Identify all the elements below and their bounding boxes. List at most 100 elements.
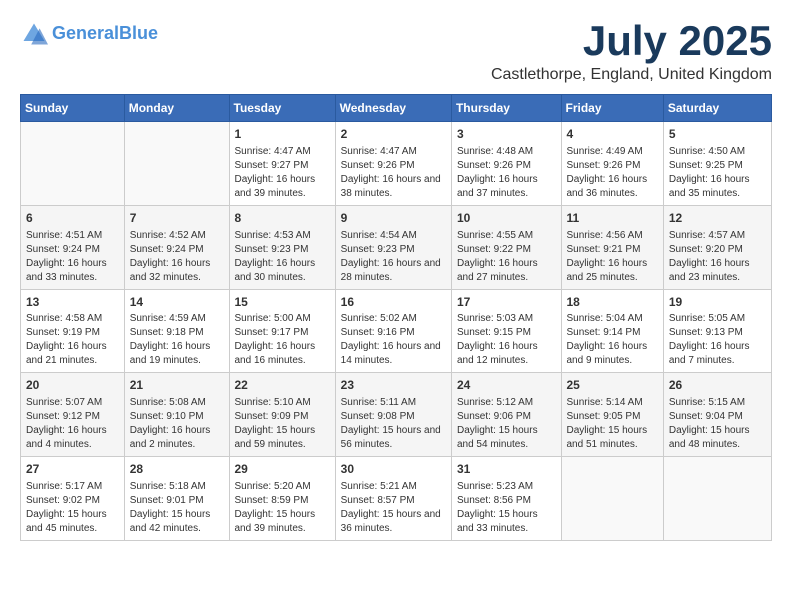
logo-line2: Blue — [119, 23, 158, 43]
daylight-text: Daylight: 16 hours and 30 minutes. — [235, 258, 316, 283]
sunset-text: Sunset: 8:56 PM — [457, 495, 531, 506]
logo-text: GeneralBlue — [52, 24, 158, 44]
daylight-text: Daylight: 16 hours and 19 minutes. — [130, 341, 211, 366]
calendar-week-row: 20Sunrise: 5:07 AMSunset: 9:12 PMDayligh… — [21, 373, 772, 457]
sunrise-text: Sunrise: 4:52 AM — [130, 230, 206, 241]
sunrise-text: Sunrise: 5:18 AM — [130, 481, 206, 492]
sunset-text: Sunset: 9:20 PM — [669, 244, 743, 255]
day-header-friday: Friday — [561, 95, 663, 122]
daylight-text: Daylight: 16 hours and 4 minutes. — [26, 425, 107, 450]
daylight-text: Daylight: 15 hours and 39 minutes. — [235, 509, 316, 534]
calendar-cell: 13Sunrise: 4:58 AMSunset: 9:19 PMDayligh… — [21, 289, 125, 373]
calendar-cell: 2Sunrise: 4:47 AMSunset: 9:26 PMDaylight… — [335, 122, 451, 206]
calendar-cell: 6Sunrise: 4:51 AMSunset: 9:24 PMDaylight… — [21, 205, 125, 289]
sunrise-text: Sunrise: 5:15 AM — [669, 397, 745, 408]
daylight-text: Daylight: 16 hours and 35 minutes. — [669, 174, 750, 199]
daylight-text: Daylight: 16 hours and 33 minutes. — [26, 258, 107, 283]
sunset-text: Sunset: 9:09 PM — [235, 411, 309, 422]
calendar-cell: 14Sunrise: 4:59 AMSunset: 9:18 PMDayligh… — [124, 289, 229, 373]
day-number: 9 — [341, 210, 446, 227]
day-number: 8 — [235, 210, 330, 227]
day-number: 5 — [669, 126, 766, 143]
calendar-cell: 8Sunrise: 4:53 AMSunset: 9:23 PMDaylight… — [229, 205, 335, 289]
calendar-cell: 22Sunrise: 5:10 AMSunset: 9:09 PMDayligh… — [229, 373, 335, 457]
sunrise-text: Sunrise: 5:12 AM — [457, 397, 533, 408]
calendar-cell: 1Sunrise: 4:47 AMSunset: 9:27 PMDaylight… — [229, 122, 335, 206]
sunset-text: Sunset: 9:15 PM — [457, 327, 531, 338]
day-number: 29 — [235, 461, 330, 478]
sunset-text: Sunset: 8:57 PM — [341, 495, 415, 506]
sunset-text: Sunset: 9:27 PM — [235, 160, 309, 171]
sunrise-text: Sunrise: 5:04 AM — [567, 313, 643, 324]
calendar-week-row: 27Sunrise: 5:17 AMSunset: 9:02 PMDayligh… — [21, 457, 772, 541]
day-header-monday: Monday — [124, 95, 229, 122]
sunset-text: Sunset: 9:16 PM — [341, 327, 415, 338]
day-number: 15 — [235, 294, 330, 311]
day-number: 28 — [130, 461, 224, 478]
calendar-cell: 20Sunrise: 5:07 AMSunset: 9:12 PMDayligh… — [21, 373, 125, 457]
daylight-text: Daylight: 15 hours and 59 minutes. — [235, 425, 316, 450]
sunset-text: Sunset: 9:26 PM — [567, 160, 641, 171]
sunrise-text: Sunrise: 5:03 AM — [457, 313, 533, 324]
daylight-text: Daylight: 16 hours and 27 minutes. — [457, 258, 538, 283]
calendar-cell: 24Sunrise: 5:12 AMSunset: 9:06 PMDayligh… — [451, 373, 561, 457]
calendar-cell: 18Sunrise: 5:04 AMSunset: 9:14 PMDayligh… — [561, 289, 663, 373]
calendar-header-row: SundayMondayTuesdayWednesdayThursdayFrid… — [21, 95, 772, 122]
calendar-table: SundayMondayTuesdayWednesdayThursdayFrid… — [20, 94, 772, 541]
day-number: 14 — [130, 294, 224, 311]
day-number: 30 — [341, 461, 446, 478]
location-subtitle: Castlethorpe, England, United Kingdom — [491, 66, 772, 84]
sunset-text: Sunset: 9:01 PM — [130, 495, 204, 506]
sunset-text: Sunset: 9:26 PM — [457, 160, 531, 171]
daylight-text: Daylight: 15 hours and 33 minutes. — [457, 509, 538, 534]
sunset-text: Sunset: 9:08 PM — [341, 411, 415, 422]
sunrise-text: Sunrise: 5:11 AM — [341, 397, 416, 408]
sunset-text: Sunset: 9:04 PM — [669, 411, 743, 422]
sunset-text: Sunset: 9:21 PM — [567, 244, 641, 255]
daylight-text: Daylight: 16 hours and 38 minutes. — [341, 174, 441, 199]
calendar-week-row: 13Sunrise: 4:58 AMSunset: 9:19 PMDayligh… — [21, 289, 772, 373]
daylight-text: Daylight: 16 hours and 37 minutes. — [457, 174, 538, 199]
header: GeneralBlue July 2025 Castlethorpe, Engl… — [20, 20, 772, 84]
sunset-text: Sunset: 9:06 PM — [457, 411, 531, 422]
calendar-week-row: 1Sunrise: 4:47 AMSunset: 9:27 PMDaylight… — [21, 122, 772, 206]
day-number: 20 — [26, 377, 119, 394]
day-number: 2 — [341, 126, 446, 143]
day-number: 19 — [669, 294, 766, 311]
calendar-cell: 31Sunrise: 5:23 AMSunset: 8:56 PMDayligh… — [451, 457, 561, 541]
day-header-thursday: Thursday — [451, 95, 561, 122]
calendar-body: 1Sunrise: 4:47 AMSunset: 9:27 PMDaylight… — [21, 122, 772, 541]
sunset-text: Sunset: 9:05 PM — [567, 411, 641, 422]
sunset-text: Sunset: 9:12 PM — [26, 411, 100, 422]
calendar-cell: 29Sunrise: 5:20 AMSunset: 8:59 PMDayligh… — [229, 457, 335, 541]
sunset-text: Sunset: 9:19 PM — [26, 327, 100, 338]
day-header-wednesday: Wednesday — [335, 95, 451, 122]
daylight-text: Daylight: 15 hours and 51 minutes. — [567, 425, 648, 450]
sunrise-text: Sunrise: 5:21 AM — [341, 481, 417, 492]
calendar-cell: 9Sunrise: 4:54 AMSunset: 9:23 PMDaylight… — [335, 205, 451, 289]
calendar-cell: 25Sunrise: 5:14 AMSunset: 9:05 PMDayligh… — [561, 373, 663, 457]
calendar-cell: 16Sunrise: 5:02 AMSunset: 9:16 PMDayligh… — [335, 289, 451, 373]
day-number: 12 — [669, 210, 766, 227]
daylight-text: Daylight: 16 hours and 21 minutes. — [26, 341, 107, 366]
sunset-text: Sunset: 9:24 PM — [26, 244, 100, 255]
day-number: 17 — [457, 294, 556, 311]
logo: GeneralBlue — [20, 20, 158, 48]
day-number: 25 — [567, 377, 658, 394]
daylight-text: Daylight: 16 hours and 23 minutes. — [669, 258, 750, 283]
daylight-text: Daylight: 16 hours and 32 minutes. — [130, 258, 211, 283]
calendar-cell: 11Sunrise: 4:56 AMSunset: 9:21 PMDayligh… — [561, 205, 663, 289]
day-header-sunday: Sunday — [21, 95, 125, 122]
day-number: 26 — [669, 377, 766, 394]
daylight-text: Daylight: 15 hours and 54 minutes. — [457, 425, 538, 450]
daylight-text: Daylight: 16 hours and 36 minutes. — [567, 174, 648, 199]
sunset-text: Sunset: 9:14 PM — [567, 327, 641, 338]
day-number: 23 — [341, 377, 446, 394]
sunrise-text: Sunrise: 5:20 AM — [235, 481, 311, 492]
sunrise-text: Sunrise: 4:56 AM — [567, 230, 643, 241]
sunrise-text: Sunrise: 4:47 AM — [235, 146, 311, 157]
day-number: 10 — [457, 210, 556, 227]
sunrise-text: Sunrise: 5:10 AM — [235, 397, 311, 408]
sunrise-text: Sunrise: 4:55 AM — [457, 230, 533, 241]
day-number: 18 — [567, 294, 658, 311]
